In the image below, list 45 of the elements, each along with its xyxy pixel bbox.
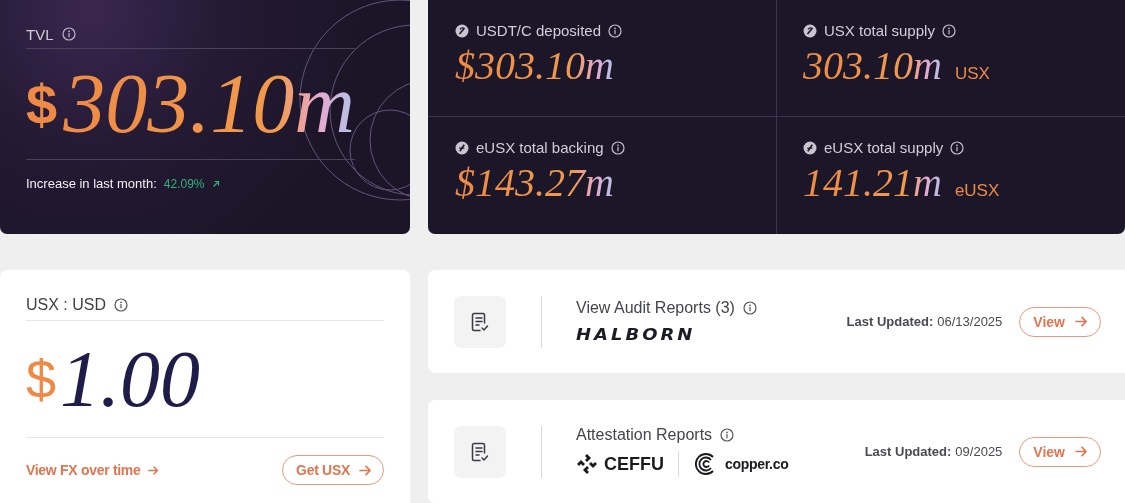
updated-label: Last Updated: <box>846 314 934 329</box>
stat-label: USDT/C deposited <box>476 22 602 39</box>
info-icon <box>742 300 757 315</box>
rate-value: 1.00 <box>60 339 201 419</box>
diamond-chevron-icon <box>576 453 598 475</box>
info-icon <box>950 140 965 155</box>
unit-label: USX <box>954 64 990 84</box>
stat-label: eUSX total supply <box>824 139 944 156</box>
view-button[interactable]: View <box>1019 306 1101 337</box>
report-title: View Audit Reports (3) <box>576 298 735 317</box>
updated-date: 09/2025 <box>955 444 1003 459</box>
updated-date: 06/13/2025 <box>937 314 1003 329</box>
logo-text: copper.co <box>725 456 789 472</box>
updated-label: Last Updated: <box>864 444 952 459</box>
change-label: Increase in last month: <box>26 176 157 191</box>
coin-icon <box>455 140 469 155</box>
coin-icon <box>803 140 817 155</box>
currency-symbol: $ <box>26 348 57 410</box>
coin-icon <box>455 23 469 38</box>
info-icon <box>608 23 623 38</box>
info-icon <box>941 23 956 38</box>
view-button[interactable]: View <box>1019 436 1101 467</box>
document-check-icon <box>471 441 489 462</box>
logo-text: HALBORN <box>576 325 696 343</box>
logo-text: CEFFU <box>604 453 664 475</box>
unit-label: eUSX <box>954 181 1000 201</box>
info-icon <box>720 428 735 442</box>
stat-label: eUSX total backing <box>476 139 604 156</box>
get-usx-button[interactable]: Get USX <box>282 455 384 485</box>
report-title: Attestation Reports <box>576 426 713 444</box>
currency-symbol: $ <box>26 71 58 137</box>
card-title: TVL <box>26 25 54 43</box>
info-icon <box>114 298 128 312</box>
card-title: USX : USD <box>26 296 106 314</box>
document-check-icon <box>471 311 489 332</box>
arrow-up-right-icon <box>211 179 220 188</box>
info-icon <box>61 27 76 41</box>
fx-link[interactable]: View FX over time <box>26 462 161 478</box>
coin-icon <box>803 23 817 38</box>
info-icon <box>610 140 625 155</box>
arrow-right-icon <box>1074 444 1089 459</box>
change-value: 42.09% <box>163 176 205 191</box>
arrow-right-icon <box>147 463 161 477</box>
arrow-right-icon <box>1074 314 1089 329</box>
stat-label: USX total supply <box>824 22 935 39</box>
